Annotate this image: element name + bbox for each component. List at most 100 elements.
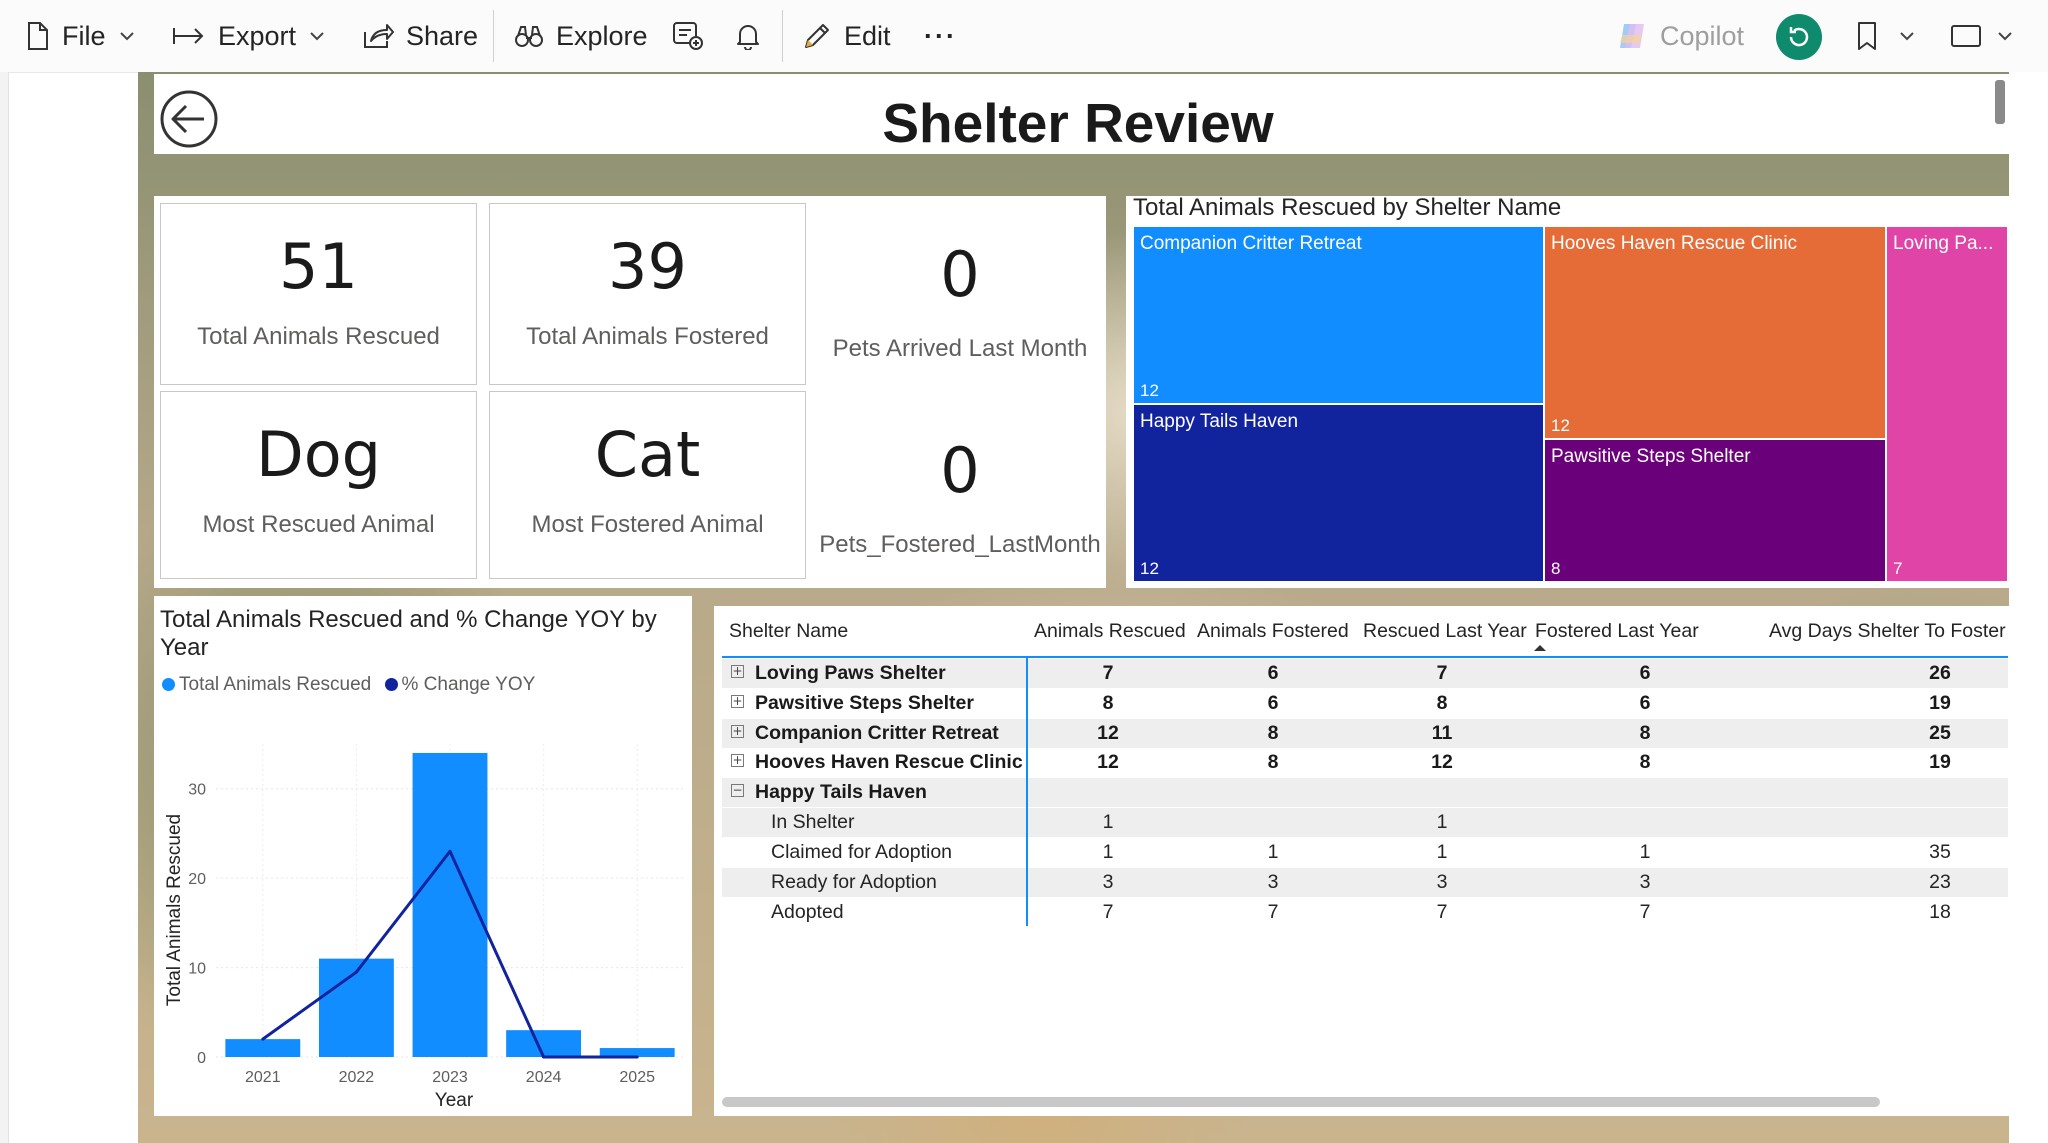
document-icon (28, 22, 48, 50)
share-icon (364, 24, 394, 48)
x-tick-label: 2024 (526, 1069, 562, 1086)
refresh-icon (1789, 27, 1809, 47)
table-cell: 3 (1267, 871, 1279, 893)
kpi-label: Total Animals Fostered (526, 323, 769, 350)
horizontal-scrollbar[interactable] (722, 1097, 1880, 1107)
kpi-card-most-fostered[interactable]: Cat Most Fostered Animal (489, 391, 806, 579)
kpi-card-total-rescued[interactable]: 51 Total Animals Rescued (160, 203, 477, 385)
table-cell: 1 (1267, 841, 1279, 863)
table-cell: 7 (1102, 901, 1114, 923)
comment-add-icon (673, 22, 703, 50)
table-cell: 19 (1929, 692, 1951, 714)
copilot-label: Copilot (1660, 20, 1745, 51)
row-label: In Shelter (771, 811, 855, 833)
kpi-value: Dog (255, 418, 382, 491)
row-label: Claimed for Adoption (771, 841, 953, 863)
file-menu[interactable]: File (26, 0, 134, 72)
treemap-tile[interactable]: Pawsitive Steps Shelter 8 (1544, 439, 1886, 582)
kpi-card-total-fostered[interactable]: 39 Total Animals Fostered (489, 203, 806, 385)
table-cell: 6 (1639, 662, 1651, 684)
table-row[interactable]: + Companion Critter Retreat 12 8 11 8 25 (722, 719, 2008, 748)
expand-icon[interactable]: + (731, 754, 744, 767)
toolbar-divider (782, 10, 783, 62)
toolbar-divider (493, 10, 494, 62)
more-options-button[interactable]: ··· (924, 0, 957, 72)
chevron-down-icon (1900, 31, 1914, 40)
kpi-label: Most Rescued Animal (202, 511, 435, 538)
yoy-point-2022 (354, 970, 358, 974)
expand-icon[interactable]: + (731, 695, 744, 708)
export-arrow-icon (173, 28, 204, 44)
table-row[interactable]: Adopted 7 7 7 7 18 (722, 898, 2008, 927)
table-cell: 12 (1097, 751, 1119, 773)
treemap-tile[interactable]: Happy Tails Haven 12 (1133, 404, 1544, 582)
table-cell: 1 (1102, 811, 1114, 833)
column-header[interactable]: Shelter Name (729, 620, 848, 643)
copilot-button[interactable]: Copilot (1616, 0, 1744, 72)
table-row[interactable]: + Loving Paws Shelter 7 6 7 6 26 (722, 659, 2008, 688)
kpi-card-pets-fostered[interactable]: 0 Pets_Fostered_LastMonth (814, 392, 1106, 588)
export-label: Export (218, 20, 297, 51)
subscribe-button[interactable] (736, 0, 760, 72)
table-row[interactable]: + Pawsitive Steps Shelter 8 6 8 6 19 (722, 689, 2008, 718)
refresh-avatar-button[interactable] (1776, 14, 1822, 60)
view-window-icon (1951, 25, 1981, 47)
column-header[interactable]: Rescued Last Year (1363, 620, 1527, 643)
treemap-tile-value: 12 (1551, 416, 1570, 435)
x-tick-label: 2022 (339, 1069, 375, 1086)
collapse-icon[interactable]: − (731, 784, 744, 797)
y-tick-label: 0 (197, 1050, 206, 1067)
expand-icon[interactable]: + (731, 725, 744, 738)
kpi-label: Pets_Fostered_LastMonth (819, 531, 1101, 558)
treemap-tile-value: 7 (1893, 559, 1903, 578)
legend-item-change[interactable]: % Change YOY (384, 674, 535, 695)
bookmark-menu[interactable] (1856, 0, 1914, 72)
row-label: Hooves Haven Rescue Clinic (755, 751, 1023, 773)
row-label: Happy Tails Haven (755, 781, 927, 803)
view-menu[interactable] (1950, 0, 2012, 72)
table-cell: 35 (1929, 841, 1951, 863)
share-button[interactable]: Share (362, 0, 478, 72)
table-cell: 7 (1436, 901, 1448, 923)
column-header[interactable]: Avg Days Shelter To Foster (1769, 620, 2006, 643)
edit-button[interactable]: Edit (802, 0, 891, 72)
yoy-point-2021 (261, 1037, 265, 1041)
table-row[interactable]: In Shelter 1 1 (722, 808, 2008, 837)
column-header[interactable]: Animals Fostered (1197, 620, 1349, 643)
bell-icon (737, 25, 759, 50)
yoy-point-2025 (635, 1055, 639, 1059)
table-cell: 26 (1929, 662, 1951, 684)
column-header[interactable]: Fostered Last Year (1535, 620, 1699, 643)
add-comment-button[interactable] (672, 0, 704, 72)
combo-chart-title: Total Animals Rescued and % Change YOY b… (160, 606, 657, 662)
kpi-value: Cat (594, 418, 701, 491)
table-row[interactable]: Claimed for Adoption 1 1 1 1 35 (722, 838, 2008, 867)
export-menu[interactable]: Export (172, 0, 324, 72)
table-cell: 12 (1097, 722, 1119, 744)
explore-button[interactable]: Explore (514, 0, 648, 72)
table-cell: 7 (1102, 662, 1114, 684)
table-row[interactable]: + Hooves Haven Rescue Clinic 12 8 12 8 19 (722, 748, 2008, 777)
table-cell: 1 (1639, 841, 1651, 863)
bookmark-icon (1858, 22, 1876, 50)
table-row[interactable]: Ready for Adoption 3 3 3 3 23 (722, 868, 2008, 897)
treemap-tile[interactable]: Hooves Haven Rescue Clinic 12 (1544, 226, 1886, 439)
kpi-card-pets-arrived[interactable]: 0 Pets Arrived Last Month (814, 196, 1106, 386)
x-axis-title: Year (435, 1090, 474, 1111)
file-label: File (62, 20, 106, 51)
table-row[interactable]: − Happy Tails Haven (722, 778, 2008, 807)
row-label: Ready for Adoption (771, 871, 937, 893)
expand-icon[interactable]: + (731, 665, 744, 678)
treemap-tile[interactable]: Companion Critter Retreat 12 (1133, 226, 1544, 404)
row-label: Companion Critter Retreat (755, 722, 999, 744)
kpi-label: Pets Arrived Last Month (832, 335, 1088, 362)
kpi-label: Total Animals Rescued (197, 323, 440, 350)
table-cell: 6 (1267, 692, 1279, 714)
kpi-card-most-rescued[interactable]: Dog Most Rescued Animal (160, 391, 477, 579)
legend-item-rescued[interactable]: Total Animals Rescued (162, 674, 371, 695)
table-cell: 3 (1639, 871, 1651, 893)
page-title: Shelter Review (882, 92, 1274, 154)
column-header[interactable]: Animals Rescued (1034, 620, 1186, 643)
vertical-scrollbar[interactable] (1995, 80, 2005, 124)
treemap-tile[interactable]: Loving Pa... 7 (1886, 226, 2008, 582)
